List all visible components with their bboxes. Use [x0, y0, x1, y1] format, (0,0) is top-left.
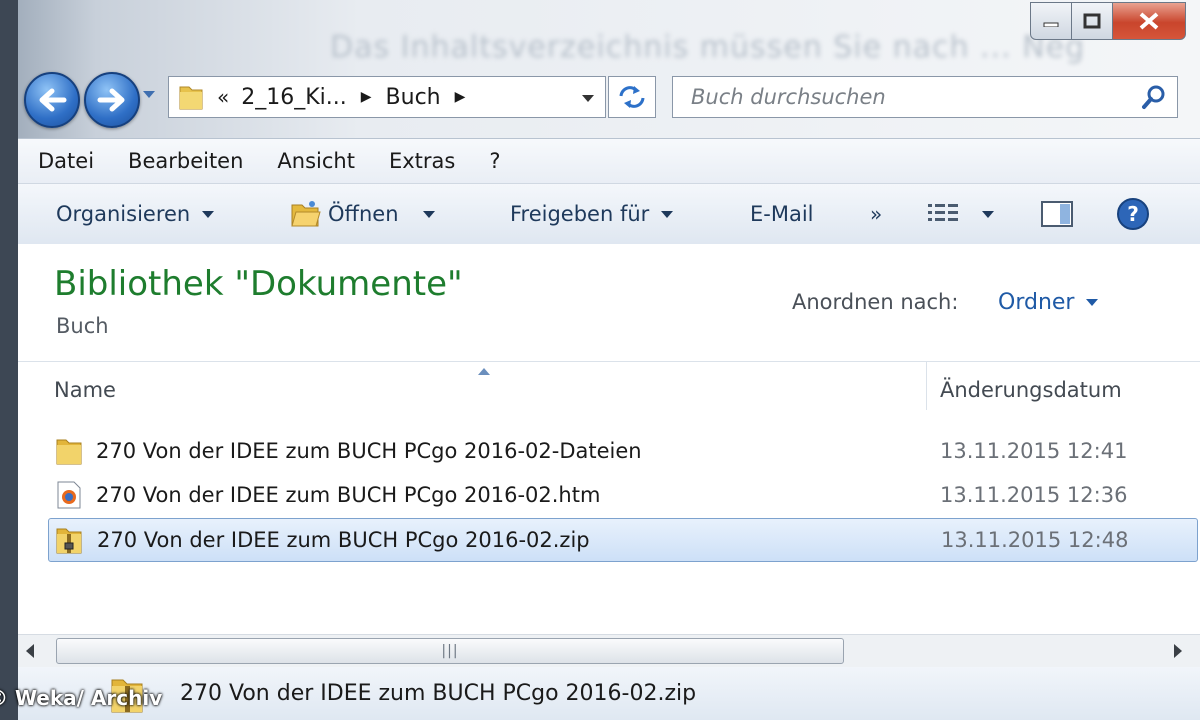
- search-icon[interactable]: [1141, 84, 1167, 110]
- file-row[interactable]: 270 Von der IDEE zum BUCH PCgo 2016-02-D…: [48, 430, 1196, 472]
- arrange-by-dropdown[interactable]: Ordner: [998, 290, 1099, 315]
- more-commands-label: »: [870, 202, 883, 226]
- email-button[interactable]: E-Mail: [750, 184, 814, 244]
- scroll-left-arrow-icon[interactable]: [26, 644, 34, 658]
- maximize-button[interactable]: [1072, 2, 1113, 40]
- menu-ansicht[interactable]: Ansicht: [277, 149, 355, 173]
- open-label: Öffnen: [328, 202, 399, 226]
- help-icon: ?: [1117, 198, 1149, 230]
- library-title: Bibliothek "Dokumente": [54, 264, 463, 304]
- arrange-by-value: Ordner: [998, 290, 1075, 315]
- preview-pane-button[interactable]: [1040, 184, 1074, 244]
- menu-bar: Datei Bearbeiten Ansicht Extras ?: [18, 138, 1200, 183]
- column-divider[interactable]: [926, 362, 927, 410]
- background-edge: [0, 0, 18, 720]
- folder-icon: [179, 86, 203, 110]
- address-overflow[interactable]: «: [217, 85, 229, 109]
- scrollbar-grip-icon: |||: [441, 643, 459, 659]
- breadcrumb-arrow-1[interactable]: ▶: [361, 89, 372, 105]
- horizontal-scrollbar[interactable]: |||: [18, 634, 1200, 667]
- menu-datei[interactable]: Datei: [38, 149, 94, 173]
- sort-ascending-icon: [478, 368, 490, 375]
- zip-folder-icon: [55, 525, 85, 555]
- breadcrumb-arrow-2[interactable]: ▶: [455, 89, 466, 105]
- minimize-icon: [1043, 22, 1059, 27]
- breadcrumb-segment-2[interactable]: Buch: [386, 85, 441, 110]
- chevron-down-icon: [422, 210, 435, 218]
- column-header-date[interactable]: Änderungsdatum: [940, 378, 1122, 402]
- folder-icon: [54, 436, 84, 466]
- file-row[interactable]: 270 Von der IDEE zum BUCH PCgo 2016-02.h…: [48, 474, 1196, 516]
- search-input[interactable]: [689, 84, 1133, 110]
- file-date: 13.11.2015 12:48: [941, 528, 1129, 552]
- chevron-down-icon: [661, 210, 674, 218]
- view-list-icon: [928, 204, 958, 221]
- address-history-dropdown[interactable]: [581, 85, 595, 110]
- address-bar[interactable]: « 2_16_Ki... ▶ Buch ▶: [168, 76, 606, 118]
- scroll-right-arrow-icon[interactable]: [1174, 644, 1182, 658]
- column-header-row: Name Änderungsdatum: [18, 361, 1200, 410]
- share-label: Freigeben für: [510, 202, 650, 226]
- chevron-down-icon: [1086, 299, 1099, 306]
- help-button[interactable]: ?: [1116, 184, 1150, 244]
- email-label: E-Mail: [750, 202, 814, 226]
- file-date: 13.11.2015 12:36: [940, 483, 1128, 507]
- minimize-button[interactable]: [1030, 2, 1072, 40]
- file-row-selected[interactable]: 270 Von der IDEE zum BUCH PCgo 2016-02.z…: [48, 518, 1198, 562]
- caption-buttons: [1030, 2, 1186, 40]
- forward-button[interactable]: [84, 72, 140, 128]
- close-button[interactable]: [1113, 2, 1186, 40]
- arrange-by-label: Anordnen nach:: [792, 290, 959, 314]
- refresh-button[interactable]: [608, 76, 656, 118]
- recent-pages-button[interactable]: [142, 88, 156, 102]
- organize-button[interactable]: Organisieren: [56, 184, 215, 244]
- svg-text:?: ?: [1127, 202, 1139, 226]
- column-header-name[interactable]: Name: [54, 378, 116, 402]
- scrollbar-thumb[interactable]: |||: [56, 638, 844, 664]
- close-icon: [1139, 12, 1159, 30]
- arrow-right-icon: [97, 88, 125, 112]
- firefox-html-icon: [54, 480, 84, 510]
- maximize-icon: [1083, 13, 1101, 29]
- command-bar: Organisieren Öffnen Freigeben für E-Mail…: [18, 183, 1200, 245]
- image-credit: © Weka/ Archiv: [0, 686, 163, 710]
- details-pane: 270 Von der IDEE zum BUCH PCgo 2016-02.z…: [18, 667, 1200, 720]
- more-commands-button[interactable]: »: [870, 184, 882, 244]
- organize-label: Organisieren: [56, 202, 191, 226]
- back-button[interactable]: [24, 72, 80, 128]
- chevron-down-icon: [202, 210, 215, 218]
- menu-help[interactable]: ?: [489, 149, 500, 173]
- share-button[interactable]: Freigeben für: [510, 184, 674, 244]
- preview-pane-icon: [1041, 201, 1073, 227]
- view-options-button[interactable]: [926, 184, 994, 244]
- file-name: 270 Von der IDEE zum BUCH PCgo 2016-02.z…: [97, 528, 590, 552]
- chevron-down-icon: [582, 94, 594, 102]
- open-folder-icon: [291, 201, 321, 227]
- menu-extras[interactable]: Extras: [389, 149, 455, 173]
- chevron-down-icon: [143, 91, 155, 98]
- file-date: 13.11.2015 12:41: [940, 439, 1128, 463]
- explorer-window: « 2_16_Ki... ▶ Buch ▶ Datei Bearbeiten A…: [18, 0, 1200, 720]
- file-name: 270 Von der IDEE zum BUCH PCgo 2016-02-D…: [96, 439, 642, 463]
- open-button[interactable]: Öffnen: [290, 184, 435, 244]
- refresh-arrows-icon: [619, 86, 645, 108]
- menu-bearbeiten[interactable]: Bearbeiten: [128, 149, 243, 173]
- breadcrumb-segment-1[interactable]: 2_16_Ki...: [241, 85, 347, 110]
- file-list-area: Bibliothek "Dokumente" Buch Anordnen nac…: [18, 244, 1200, 634]
- file-name: 270 Von der IDEE zum BUCH PCgo 2016-02.h…: [96, 483, 601, 507]
- arrow-left-icon: [39, 88, 67, 112]
- library-subtitle: Buch: [56, 314, 109, 338]
- details-file-name: 270 Von der IDEE zum BUCH PCgo 2016-02.z…: [180, 681, 697, 706]
- chevron-down-icon: [982, 210, 994, 218]
- search-box[interactable]: [672, 76, 1178, 118]
